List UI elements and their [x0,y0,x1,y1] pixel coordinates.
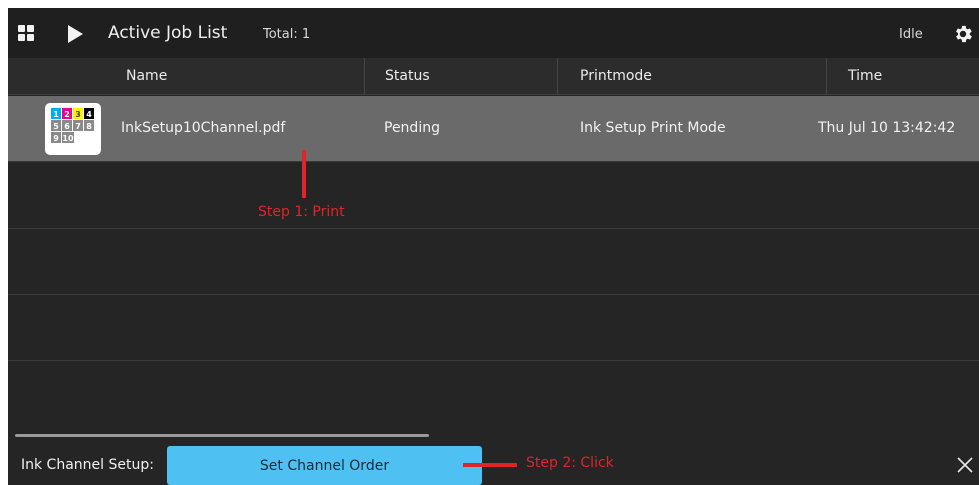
svg-text:8: 8 [86,122,92,131]
job-status: Pending [384,120,440,136]
page-title: Active Job List [108,23,228,43]
job-name: InkSetup10Channel.pdf [121,120,286,136]
svg-text:7: 7 [75,122,81,131]
column-header-status[interactable]: Status [385,68,430,84]
table-header: Name Status Printmode Time [8,58,979,95]
annotation-arrow-step2 [463,463,517,467]
set-channel-order-button[interactable]: Set Channel Order [167,446,482,485]
ink-channel-thumbnail-icon: 1 2 3 4 5 6 7 8 9 10 [51,108,94,143]
app-window: Active Job List Total: 1 Idle Name Statu… [8,8,979,485]
top-bar: Active Job List Total: 1 Idle [8,8,979,58]
annotation-arrow-step1 [302,150,306,198]
column-header-time[interactable]: Time [848,68,882,84]
annotation-step1: Step 1: Print [258,204,345,220]
job-total: Total: 1 [263,27,311,42]
empty-row [8,163,979,229]
svg-text:10: 10 [62,134,74,143]
svg-text:6: 6 [64,122,70,131]
job-printmode: Ink Setup Print Mode [580,120,726,136]
grid-icon[interactable] [18,25,34,41]
horizontal-scrollbar[interactable] [15,434,429,437]
annotation-step2: Step 2: Click [526,455,614,471]
svg-text:4: 4 [86,110,92,119]
svg-text:9: 9 [53,134,59,143]
table-row[interactable]: 1 2 3 4 5 6 7 8 9 10 InkSetup10Channel.p… [8,96,979,162]
job-thumbnail: 1 2 3 4 5 6 7 8 9 10 [45,103,101,155]
empty-row [8,295,979,361]
printer-state: Idle [899,27,923,42]
empty-row [8,229,979,295]
column-header-name[interactable]: Name [126,68,167,84]
close-icon[interactable] [957,457,973,473]
svg-text:1: 1 [53,110,59,119]
job-time: Thu Jul 10 13:42:42 [818,120,956,136]
svg-text:2: 2 [64,110,70,119]
ink-channel-setup-label: Ink Channel Setup: [21,457,154,473]
gear-icon[interactable] [952,23,974,45]
svg-text:3: 3 [75,110,81,119]
svg-text:5: 5 [53,122,59,131]
column-header-printmode[interactable]: Printmode [580,68,652,84]
play-icon[interactable] [68,25,83,43]
